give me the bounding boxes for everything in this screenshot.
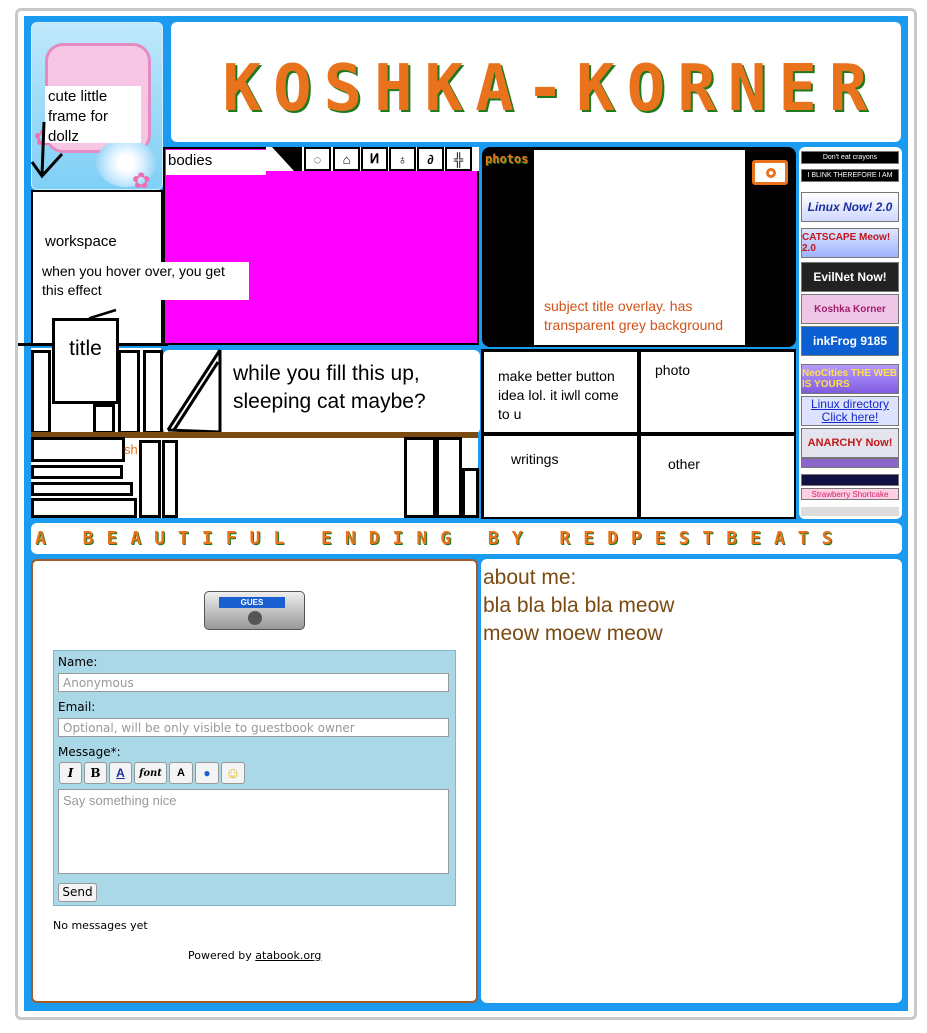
koshka-korner-button[interactable]: Koshka Korner <box>801 294 899 324</box>
shoe-icon[interactable]: ∂ <box>417 147 444 171</box>
evilnet-button[interactable]: EvilNet Now! <box>801 262 899 292</box>
email-label: Email: <box>58 700 96 714</box>
i-blink-button[interactable]: I BLINK THEREFORE I AM <box>801 169 899 182</box>
no-messages-text: No messages yet <box>53 919 148 932</box>
player-screen: GUES <box>219 597 285 608</box>
linux-now-button[interactable]: Linux Now! 2.0 <box>801 192 899 222</box>
name-label: Name: <box>58 655 98 669</box>
bookshelf-label: sh <box>124 442 138 457</box>
title-tag: title <box>52 318 119 404</box>
other-link[interactable]: other <box>668 456 700 472</box>
about-line-1: bla bla bla bla meow <box>483 594 675 617</box>
purple-stamp-button[interactable] <box>801 458 899 468</box>
grid-icon[interactable]: ╬ <box>445 147 472 171</box>
camera-icon[interactable] <box>752 160 788 185</box>
writings-link[interactable]: writings <box>511 451 558 467</box>
neocities-button[interactable]: NeoCities THE WEB IS YOURS <box>801 364 899 394</box>
cat-outline-icon[interactable]: ◌ <box>304 147 331 171</box>
name-input[interactable]: Anonymous <box>58 673 449 692</box>
shelf-post-1 <box>139 440 161 518</box>
bodies-panel <box>163 147 479 345</box>
toolbar-notch <box>272 147 302 171</box>
guestbook-player[interactable]: GUES <box>204 591 305 630</box>
anarchy-now-button[interactable]: ANARCHY Now! <box>801 428 899 458</box>
site-title: KOSHKA-KORNER <box>222 52 880 126</box>
player-knob-icon <box>248 611 262 625</box>
cat-note-text: while you fill this up, sleeping cat may… <box>233 362 426 413</box>
bold-button[interactable]: B <box>84 762 107 784</box>
handdrawn-arrow-icon <box>30 121 64 179</box>
message-textarea[interactable]: Say something nice <box>58 789 449 874</box>
small-stamp-row <box>801 507 899 516</box>
camera-lens <box>766 168 776 178</box>
title-tag-label: title <box>69 336 102 360</box>
shelf-board-1 <box>31 350 51 434</box>
hanger-icon[interactable]: ⌂ <box>333 147 360 171</box>
catscape-button[interactable]: CATSCAPE Meow! 2.0 <box>801 228 899 258</box>
shelf-book-1 <box>31 437 125 462</box>
globe-icon: ● <box>203 766 211 780</box>
shelf-book-3 <box>31 482 133 496</box>
font-button[interactable]: font <box>134 762 167 784</box>
message-label: Message*: <box>58 745 121 759</box>
powered-by: Powered by atabook.org <box>188 949 321 962</box>
shelf-post-5 <box>462 468 479 518</box>
shelf-post-2 <box>162 440 178 518</box>
other-cell[interactable] <box>641 436 794 517</box>
inkfrog-button[interactable]: inkFrog 9185 <box>801 326 899 356</box>
shelf-board-4 <box>93 404 115 434</box>
bodies-label: bodies <box>166 150 266 175</box>
font-size-button[interactable]: A <box>169 762 193 784</box>
about-heading: about me: <box>483 566 577 589</box>
better-button-note: make better button idea lol. it iwll com… <box>498 368 619 422</box>
shelf-post-4 <box>436 437 462 518</box>
writings-cell[interactable] <box>484 436 637 517</box>
linux-directory-button[interactable]: Linux directory Click here! <box>801 396 899 426</box>
shelf-board-2 <box>118 350 140 434</box>
link-icon[interactable]: ● <box>195 762 219 784</box>
hover-note: when you hover over, you get this effect <box>38 262 249 300</box>
header-banner: KOSHKA-KORNER <box>171 22 901 142</box>
shelf-book-4 <box>31 498 137 518</box>
workspace-label: workspace <box>45 233 117 250</box>
strawberry-shortcake-button[interactable]: Strawberry Shortcake <box>801 488 899 500</box>
text-color-button[interactable]: A <box>109 762 132 784</box>
photo-overlay-note: subject title overlay. has transparent g… <box>544 298 723 333</box>
atabook-link[interactable]: atabook.org <box>255 949 321 962</box>
shelf-book-2 <box>31 465 123 479</box>
photo-link[interactable]: photo <box>655 362 690 378</box>
email-input[interactable]: Optional, will be only visible to guestb… <box>58 718 449 737</box>
dark-stamp-button[interactable] <box>801 474 899 486</box>
italic-button[interactable]: I <box>59 762 82 784</box>
bodysuit-icon[interactable]: Ͷ <box>361 147 388 171</box>
about-line-2: meow moew meow <box>483 622 663 645</box>
balloon-icon[interactable]: ♁ <box>389 147 416 171</box>
powered-prefix: Powered by <box>188 949 252 962</box>
dont-eat-crayons-button[interactable]: Don't eat crayons <box>801 151 899 164</box>
shelf-post-3 <box>404 437 436 518</box>
photos-tab[interactable]: photos <box>485 152 531 166</box>
marquee-bar: A BEAUTIFUL ENDING BY REDPESTBEATS <box>31 523 902 554</box>
marquee-text: A BEAUTIFUL ENDING BY REDPESTBEATS <box>35 528 846 549</box>
smiley-icon[interactable]: ☺ <box>221 762 245 784</box>
cat-doodle-icon <box>166 349 222 434</box>
send-button[interactable]: Send <box>58 883 97 902</box>
